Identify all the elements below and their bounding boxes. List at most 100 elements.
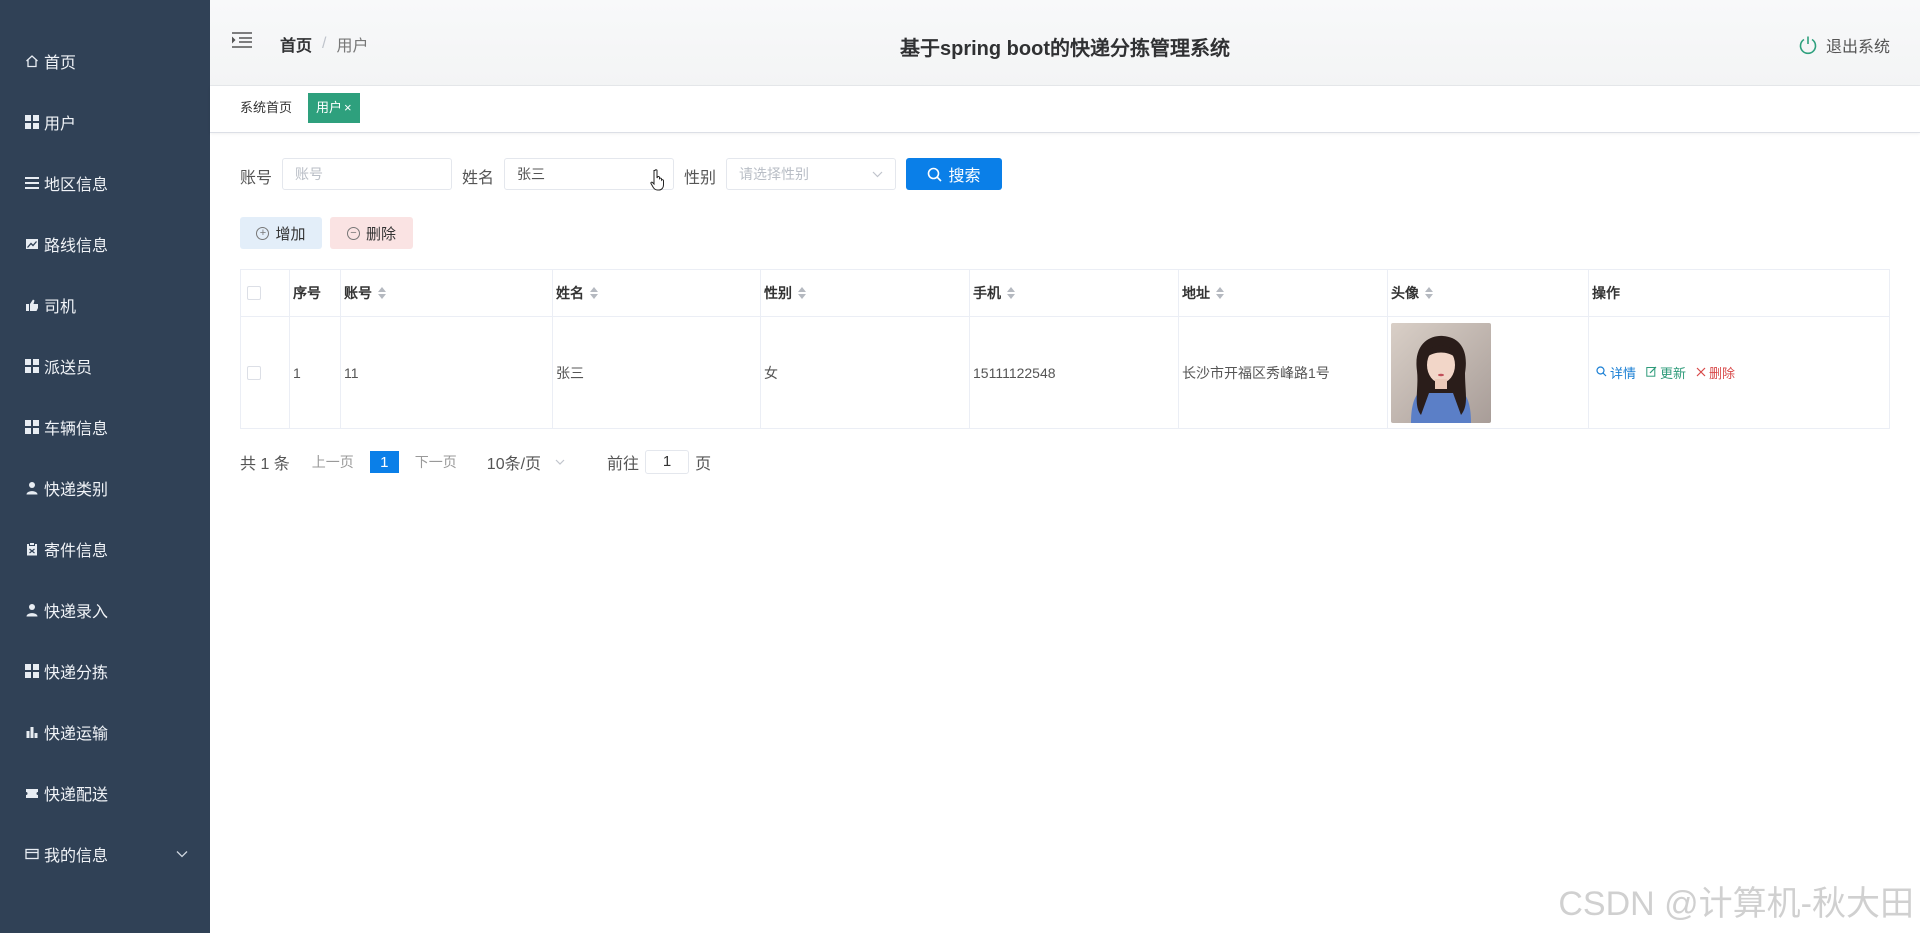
close-icon bbox=[1696, 366, 1706, 380]
gender-label: 性别 bbox=[684, 170, 717, 187]
grid-icon bbox=[24, 114, 40, 130]
column-header-account[interactable]: 账号 bbox=[341, 270, 553, 316]
search-button-label: 搜索 bbox=[948, 168, 981, 185]
grid-icon bbox=[24, 663, 40, 679]
header-checkbox-cell bbox=[241, 270, 290, 316]
column-header-label: 地址 bbox=[1182, 285, 1210, 301]
bar-chart-icon bbox=[24, 724, 40, 740]
pagination-page-1[interactable]: 1 bbox=[369, 451, 399, 473]
detail-button[interactable]: 详情 bbox=[1596, 363, 1636, 382]
cell-account: 11 bbox=[341, 317, 553, 428]
sidebar-item-vehicle[interactable]: 车辆信息 bbox=[0, 396, 210, 457]
column-header-address[interactable]: 地址 bbox=[1179, 270, 1388, 316]
sidebar-item-transport[interactable]: 快递运输 bbox=[0, 701, 210, 762]
close-icon[interactable]: × bbox=[344, 100, 352, 115]
home-icon bbox=[24, 53, 40, 69]
sidebar-item-delivery[interactable]: 快递配送 bbox=[0, 762, 210, 823]
sidebar-item-label: 寄件信息 bbox=[44, 542, 109, 560]
ticket-icon bbox=[24, 785, 40, 801]
user-icon bbox=[24, 602, 40, 618]
gender-select[interactable]: 请选择性别 bbox=[726, 158, 896, 190]
sidebar-item-driver[interactable]: 司机 bbox=[0, 274, 210, 335]
sidebar-item-label: 快递类别 bbox=[44, 481, 109, 499]
cell-name: 张三 bbox=[553, 317, 761, 428]
list-icon bbox=[24, 175, 40, 191]
sidebar-item-label: 路线信息 bbox=[44, 237, 109, 255]
row-checkbox[interactable] bbox=[247, 365, 261, 380]
sidebar-item-express-category[interactable]: 快递类别 bbox=[0, 457, 210, 518]
goto-page-input[interactable]: 1 bbox=[645, 450, 690, 474]
chevron-down-icon bbox=[555, 456, 565, 468]
name-input[interactable]: 张三 bbox=[504, 158, 674, 190]
logout-label: 退出系统 bbox=[1825, 39, 1890, 56]
column-header-gender[interactable]: 性别 bbox=[761, 270, 970, 316]
delete-label: 删除 bbox=[1709, 366, 1736, 381]
column-header-actions: 操作 bbox=[1589, 270, 1889, 316]
sidebar-item-express-entry[interactable]: 快递录入 bbox=[0, 579, 210, 640]
sidebar-item-users[interactable]: 用户 bbox=[0, 91, 210, 152]
table-header-row: 序号 账号 姓名 性别 手机 地址 头像 操作 bbox=[241, 270, 1889, 317]
sidebar-item-label: 派送员 bbox=[44, 359, 93, 377]
update-button[interactable]: 更新 bbox=[1646, 363, 1686, 382]
detail-label: 详情 bbox=[1610, 366, 1637, 381]
column-header-phone[interactable]: 手机 bbox=[970, 270, 1179, 316]
search-icon bbox=[928, 167, 943, 182]
add-button[interactable]: + 增加 bbox=[240, 217, 322, 249]
pagination-next[interactable]: 下一页 bbox=[415, 452, 457, 472]
column-header-label: 操作 bbox=[1592, 285, 1620, 301]
avatar[interactable] bbox=[1391, 322, 1491, 423]
search-icon bbox=[1596, 365, 1607, 380]
sidebar-item-route[interactable]: 路线信息 bbox=[0, 213, 210, 274]
cell-address: 长沙市开福区秀峰路1号 bbox=[1179, 317, 1388, 428]
column-header-name[interactable]: 姓名 bbox=[553, 270, 761, 316]
sidebar-item-region[interactable]: 地区信息 bbox=[0, 152, 210, 213]
sidebar-item-label: 快递录入 bbox=[44, 603, 109, 621]
select-all-checkbox[interactable] bbox=[247, 286, 261, 300]
chevron-down-icon bbox=[872, 159, 883, 189]
picture-icon bbox=[24, 236, 40, 252]
sort-icon[interactable] bbox=[1216, 287, 1224, 299]
pagination-prev[interactable]: 上一页 bbox=[312, 452, 354, 472]
sidebar-item-sorting[interactable]: 快递分拣 bbox=[0, 640, 210, 701]
user-icon bbox=[24, 480, 40, 496]
page-size-value: 10条/页 bbox=[486, 456, 542, 473]
delete-button[interactable]: − 删除 bbox=[330, 217, 413, 249]
sidebar-item-label: 快递运输 bbox=[44, 725, 109, 743]
chevron-down-icon[interactable] bbox=[176, 847, 188, 861]
sidebar-item-shipment[interactable]: 寄件信息 bbox=[0, 518, 210, 579]
cell-actions: 详情 更新 删除 bbox=[1589, 317, 1889, 428]
page-size-select[interactable]: 10条/页 bbox=[487, 450, 565, 474]
sort-icon[interactable] bbox=[1007, 287, 1015, 299]
sidebar-item-label: 用户 bbox=[44, 115, 77, 133]
plus-circle-icon: + bbox=[256, 226, 270, 240]
sidebar-item-courier[interactable]: 派送员 bbox=[0, 335, 210, 396]
sort-icon[interactable] bbox=[798, 287, 806, 299]
sidebar-item-label: 我的信息 bbox=[44, 847, 109, 865]
cell-gender: 女 bbox=[761, 317, 970, 428]
sidebar-item-home[interactable]: 首页 bbox=[0, 30, 210, 91]
row-delete-button[interactable]: 删除 bbox=[1696, 363, 1735, 382]
column-header-label: 账号 bbox=[344, 285, 372, 301]
cell-phone: 15111122548 bbox=[970, 317, 1179, 428]
tag-users[interactable]: 用户 × bbox=[308, 93, 360, 123]
sidebar-item-label: 快递分拣 bbox=[44, 664, 109, 682]
goto-suffix: 页 bbox=[695, 456, 712, 473]
goto-prefix: 前往 bbox=[607, 456, 640, 473]
logout-button[interactable]: 退出系统 bbox=[1798, 33, 1890, 57]
sidebar: 首页 用户 地区信息 路线信息 司机 派送员 车辆信息 快递类别 寄件信息 快递… bbox=[0, 0, 210, 933]
sidebar-item-my-info[interactable]: 我的信息 bbox=[0, 823, 210, 884]
thumb-icon bbox=[24, 297, 40, 313]
column-header-avatar[interactable]: 头像 bbox=[1388, 270, 1589, 316]
account-input[interactable]: 账号 bbox=[282, 158, 452, 190]
search-button[interactable]: 搜索 bbox=[906, 158, 1002, 190]
pagination: 共 1 条 上一页 1 下一页 10条/页 前往 1 页 bbox=[240, 450, 712, 474]
sidebar-item-label: 首页 bbox=[44, 54, 77, 72]
sort-icon[interactable] bbox=[378, 287, 386, 299]
cell-avatar bbox=[1388, 317, 1589, 428]
edit-icon bbox=[1646, 366, 1657, 380]
card-icon bbox=[24, 846, 40, 862]
sort-icon[interactable] bbox=[590, 287, 598, 299]
grid-icon bbox=[24, 358, 40, 374]
sort-icon[interactable] bbox=[1425, 287, 1433, 299]
tag-home[interactable]: 系统首页 bbox=[232, 93, 300, 123]
